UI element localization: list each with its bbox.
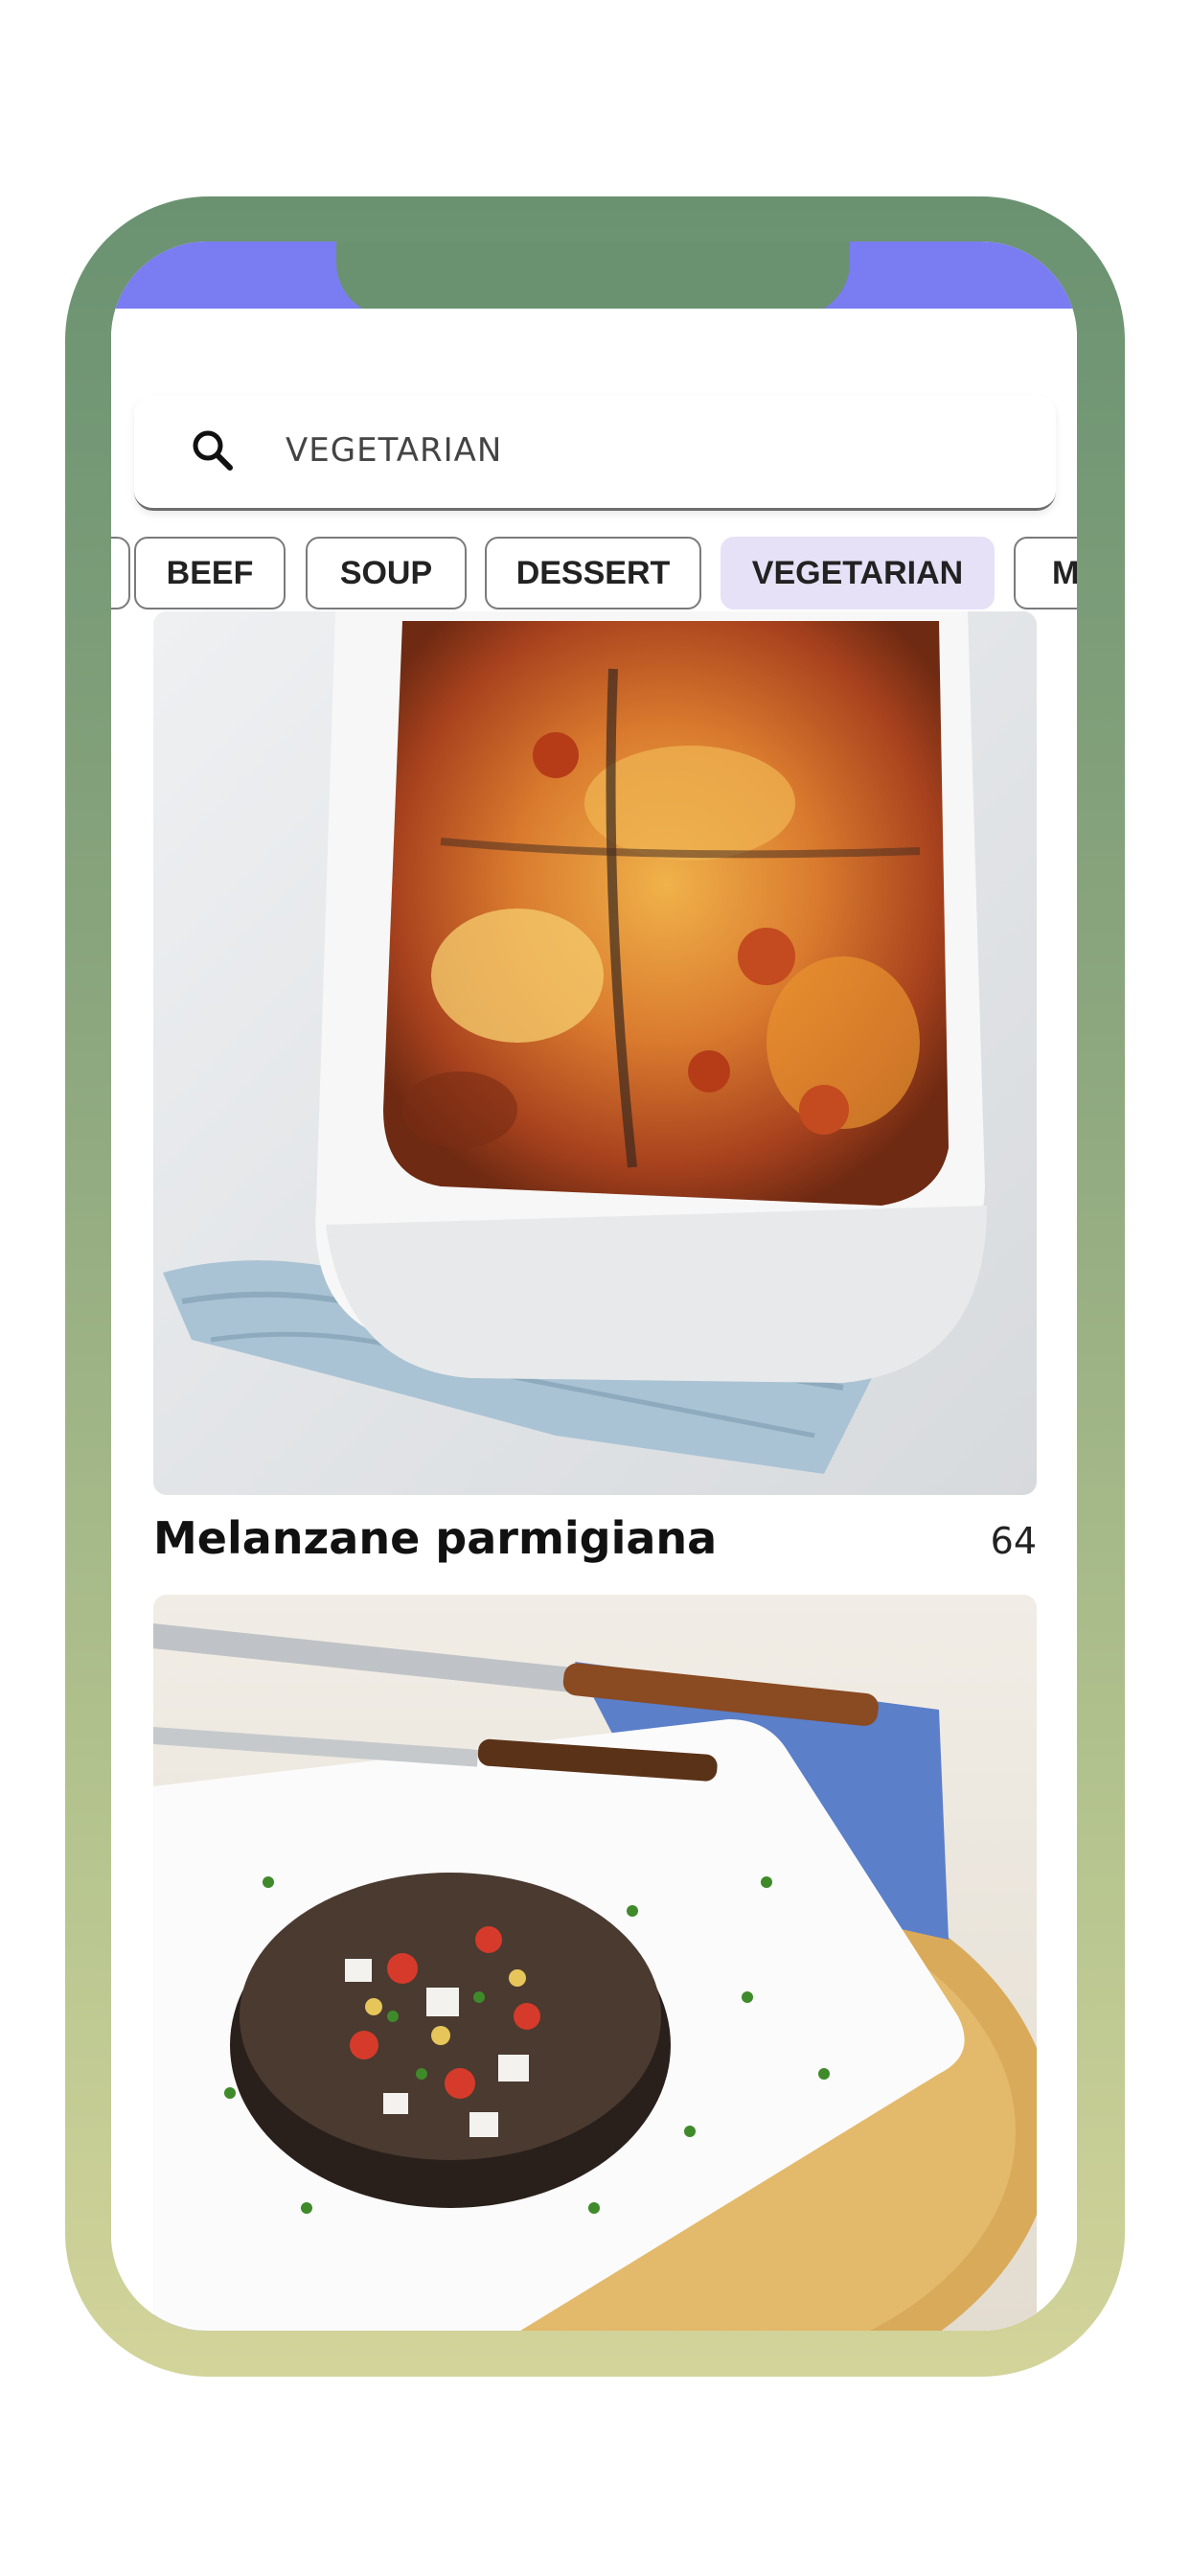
chip-vegetarian[interactable]: VEGETARIAN: [721, 537, 995, 610]
chip-soup[interactable]: SOUP: [306, 537, 467, 610]
category-chips: BEEF SOUP DESSERT VEGETARIAN M: [111, 537, 1077, 613]
phone-screen: VEGETARIAN BEEF SOUP DESSERT VEGETARIAN …: [111, 242, 1077, 2331]
recipe-count: 64: [990, 1520, 1037, 1562]
chip-dessert[interactable]: DESSERT: [485, 537, 701, 610]
recipe-image-mushroom: [153, 1595, 1037, 2331]
recipe-title[interactable]: Melanzane parmigiana: [153, 1512, 717, 1564]
search-input[interactable]: VEGETARIAN: [286, 431, 502, 470]
recipe-image[interactable]: [153, 611, 1037, 1495]
app-content: VEGETARIAN BEEF SOUP DESSERT VEGETARIAN …: [111, 309, 1077, 2331]
recipe-image-parmigiana: [153, 611, 1037, 1495]
chip-partial-right[interactable]: M: [1014, 537, 1077, 610]
stage: VEGETARIAN BEEF SOUP DESSERT VEGETARIAN …: [0, 0, 1190, 2576]
chip-partial-left[interactable]: [111, 537, 130, 610]
search-bar[interactable]: VEGETARIAN: [134, 395, 1056, 511]
search-icon[interactable]: [190, 427, 236, 473]
chip-beef[interactable]: BEEF: [134, 537, 286, 610]
notch: [336, 242, 850, 316]
recipe-image[interactable]: [153, 1595, 1037, 2331]
